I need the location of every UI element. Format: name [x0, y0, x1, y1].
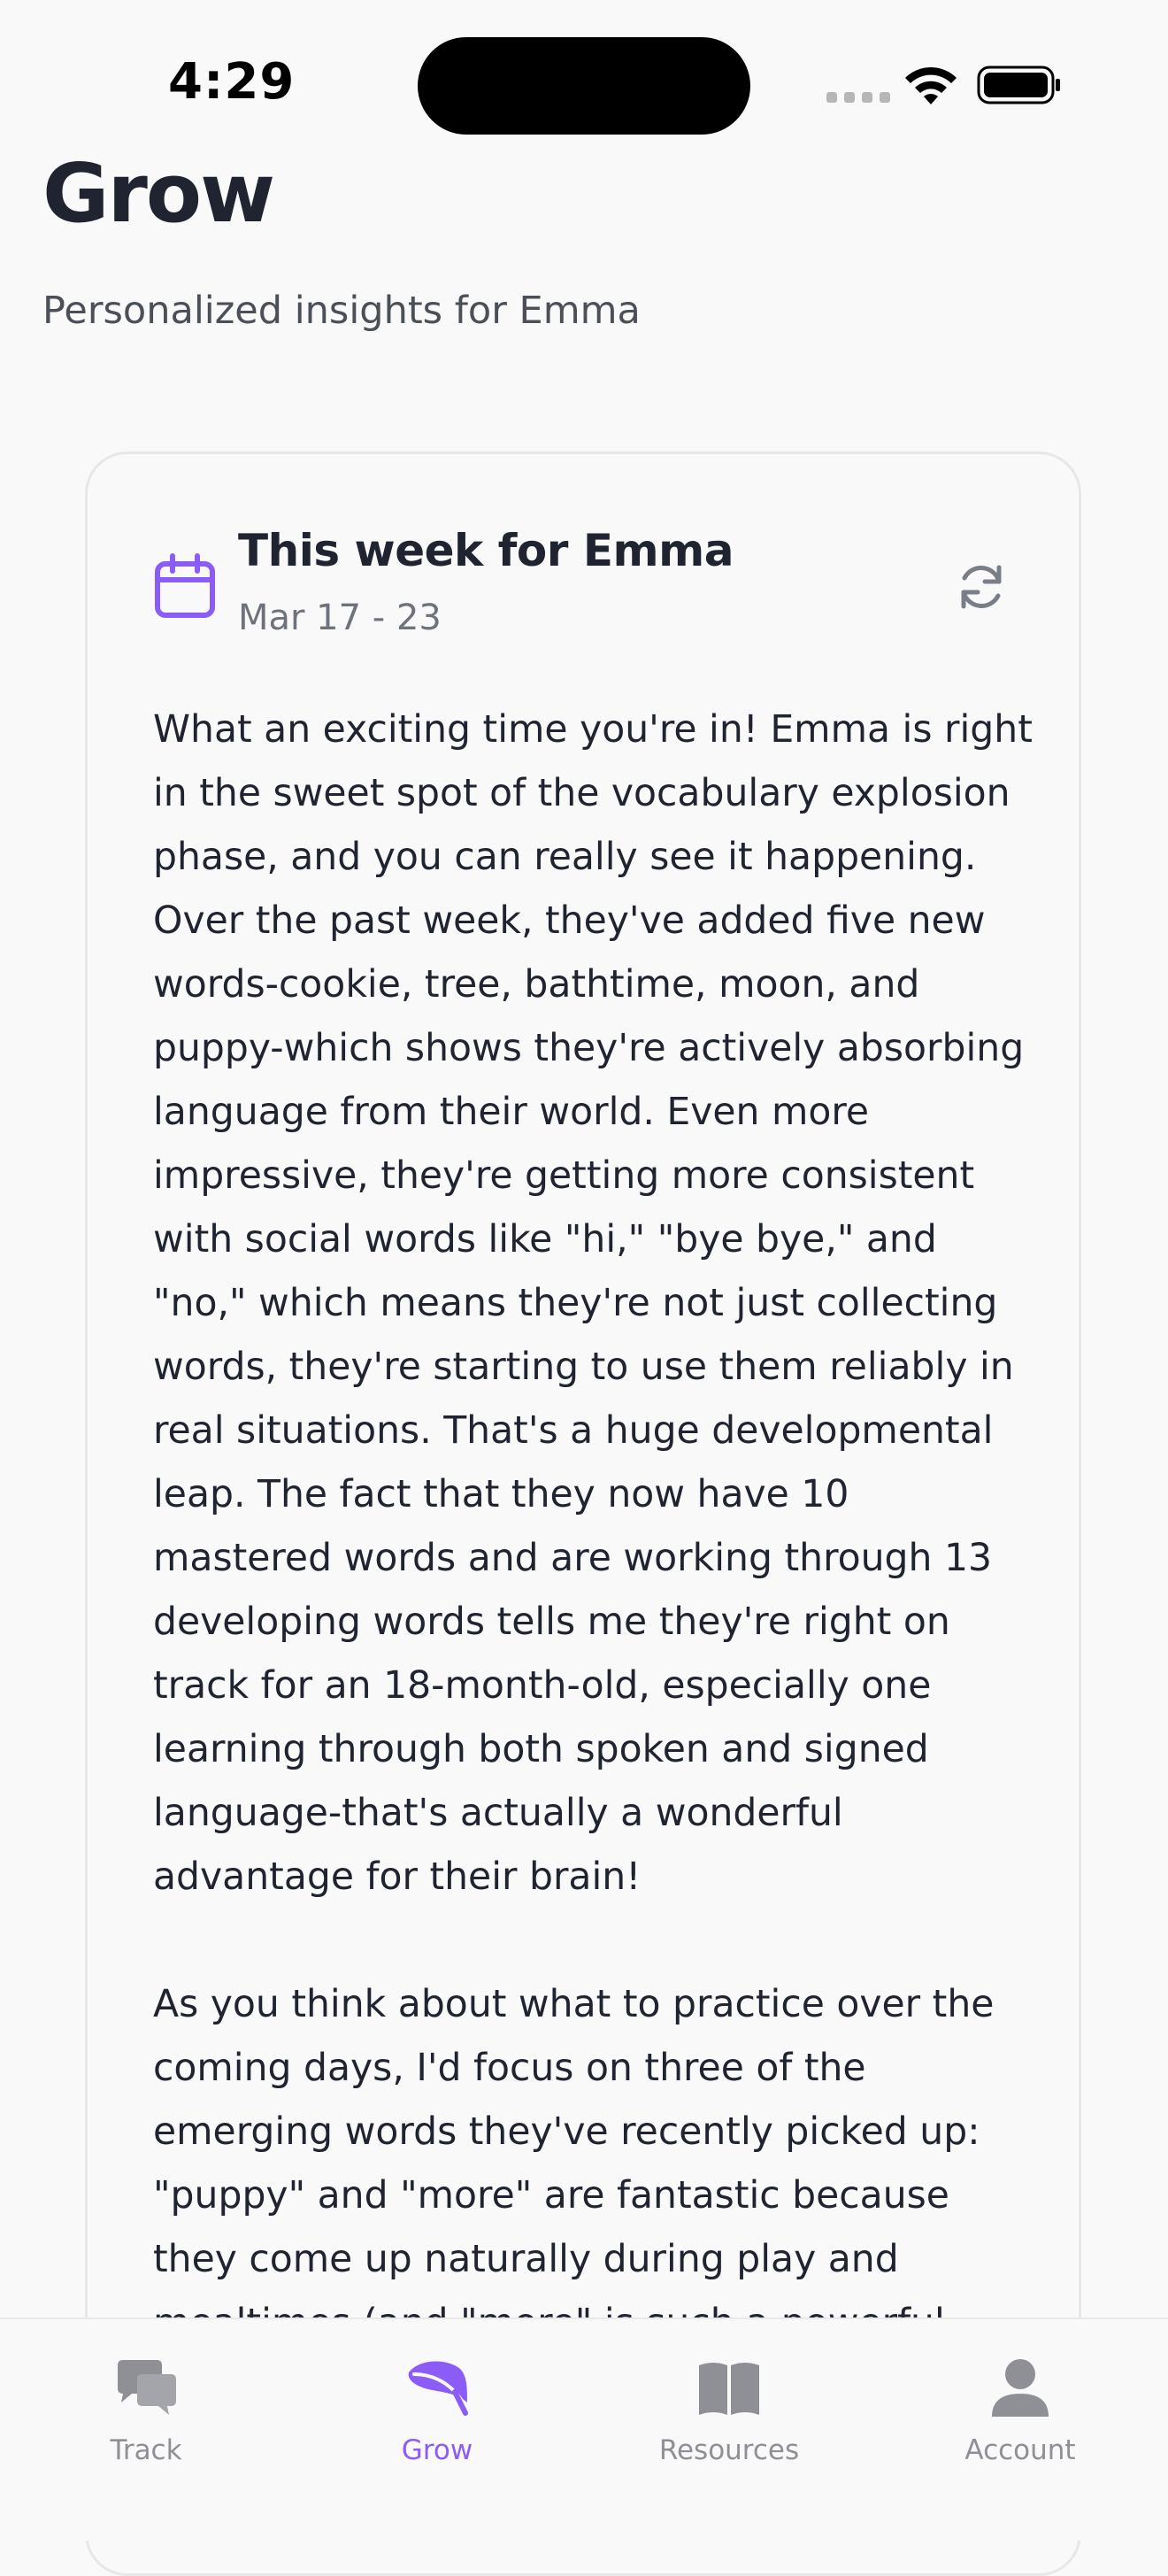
- person-icon: [992, 2359, 1049, 2417]
- tab-grow[interactable]: Grow: [331, 2337, 543, 2470]
- cellular-signal-icon: [826, 92, 890, 103]
- refresh-icon[interactable]: [953, 559, 1010, 615]
- insight-paragraph: As you think about what to practice over…: [153, 1983, 995, 2345]
- page-subtitle: Personalized insights for Emma: [42, 289, 641, 333]
- leaf-icon: [408, 2361, 468, 2416]
- tab-resources[interactable]: Resources: [623, 2337, 835, 2470]
- tab-track[interactable]: Track: [40, 2337, 252, 2470]
- chat-bubbles-icon: [118, 2360, 176, 2415]
- tab-label: Grow: [401, 2434, 473, 2466]
- tab-bar: Track Grow Resources Account: [0, 2318, 1168, 2541]
- status-bar: 4:29: [0, 0, 1168, 168]
- battery-icon: [977, 66, 1060, 104]
- insight-paragraph: What an exciting time you're in! Emma is…: [153, 708, 1033, 1899]
- tab-account[interactable]: Account: [914, 2337, 1126, 2470]
- tab-label: Track: [110, 2434, 182, 2466]
- weekly-insight-card: This week for Emma Mar 17 - 23 What an e…: [85, 451, 1081, 2576]
- dynamic-island: [418, 37, 750, 135]
- tab-label: Resources: [658, 2434, 800, 2466]
- book-icon: [699, 2363, 759, 2415]
- wifi-icon: [905, 66, 957, 104]
- status-time: 4:29: [168, 53, 296, 111]
- card-title: This week for Emma: [238, 525, 734, 576]
- calendar-icon: [155, 553, 215, 618]
- card-date-range: Mar 17 - 23: [238, 598, 442, 638]
- card-body: What an exciting time you're in! Emma is…: [153, 698, 1038, 2419]
- tab-label: Account: [964, 2434, 1076, 2466]
- page-title: Grow: [42, 146, 275, 241]
